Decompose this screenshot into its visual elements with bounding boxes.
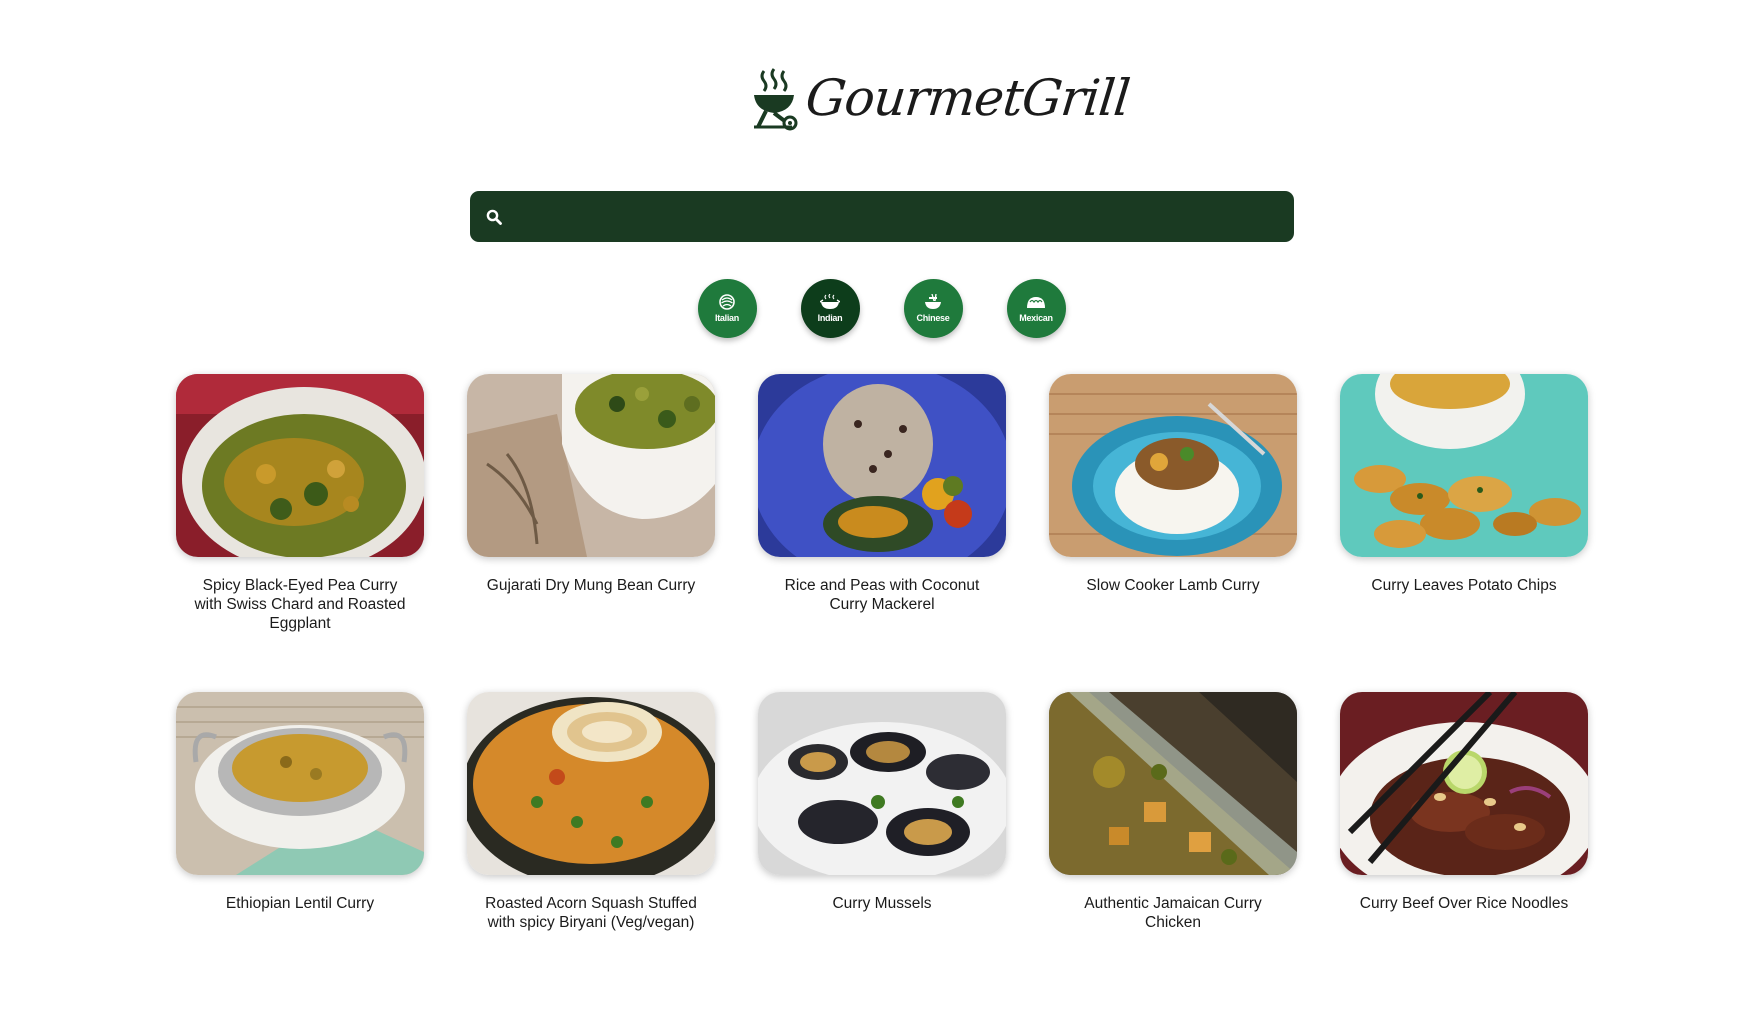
recipe-grid: Spicy Black-Eyed Pea Curry with Swiss Ch… xyxy=(176,374,1588,1010)
recipe-title[interactable]: Curry Leaves Potato Chips xyxy=(1340,576,1588,595)
recipe-image[interactable] xyxy=(467,374,715,557)
search-icon[interactable] xyxy=(484,207,504,227)
cuisine-button-chinese[interactable]: Chinese xyxy=(903,279,963,338)
recipe-image[interactable] xyxy=(758,692,1006,875)
recipe-title[interactable]: Curry Beef Over Rice Noodles xyxy=(1340,894,1588,913)
recipe-image[interactable] xyxy=(758,374,1006,557)
cuisine-label: Mexican xyxy=(1019,313,1053,323)
recipe-card[interactable]: Curry Beef Over Rice Noodles xyxy=(1340,692,1588,1010)
recipe-image[interactable] xyxy=(1049,374,1297,557)
recipe-title[interactable]: Roasted Acorn Squash Stuffed with spicy … xyxy=(467,894,715,932)
brand-logo[interactable]: GourmetGrill xyxy=(752,58,1132,138)
recipe-card[interactable]: Slow Cooker Lamb Curry xyxy=(1049,374,1297,692)
recipe-title[interactable]: Spicy Black-Eyed Pea Curry with Swiss Ch… xyxy=(176,576,424,633)
recipe-image[interactable] xyxy=(176,692,424,875)
cuisine-label: Italian xyxy=(715,313,739,323)
recipe-title[interactable]: Ethiopian Lentil Curry xyxy=(176,894,424,913)
recipe-card[interactable]: Gujarati Dry Mung Bean Curry xyxy=(467,374,715,692)
recipe-title[interactable]: Authentic Jamaican Curry Chicken xyxy=(1049,894,1297,932)
recipe-card[interactable]: Spicy Black-Eyed Pea Curry with Swiss Ch… xyxy=(176,374,424,692)
recipe-image[interactable] xyxy=(1049,692,1297,875)
search-bar[interactable] xyxy=(470,190,1294,243)
pasta-icon xyxy=(717,294,737,310)
grill-icon xyxy=(752,65,800,131)
recipe-image[interactable] xyxy=(1340,692,1588,875)
brand-name: GourmetGrill xyxy=(802,69,1133,127)
recipe-title[interactable]: Rice and Peas with Coconut Curry Mackere… xyxy=(758,576,1006,614)
recipe-card[interactable]: Curry Leaves Potato Chips xyxy=(1340,374,1588,692)
curry-icon xyxy=(820,294,840,310)
recipe-image[interactable] xyxy=(176,374,424,557)
search-input[interactable] xyxy=(504,190,1294,243)
recipe-title[interactable]: Slow Cooker Lamb Curry xyxy=(1049,576,1297,595)
recipe-image[interactable] xyxy=(1340,374,1588,557)
recipe-card[interactable]: Curry Mussels xyxy=(758,692,1006,1010)
cuisine-label: Indian xyxy=(817,313,843,323)
cuisine-filter-bar: Italian Indian Chinese Mexican xyxy=(0,279,1755,338)
noodle-bowl-icon xyxy=(923,294,943,310)
recipe-card[interactable]: Authentic Jamaican Curry Chicken xyxy=(1049,692,1297,1010)
recipe-card[interactable]: Roasted Acorn Squash Stuffed with spicy … xyxy=(467,692,715,1010)
recipe-card[interactable]: Ethiopian Lentil Curry xyxy=(176,692,424,1010)
recipe-title[interactable]: Curry Mussels xyxy=(758,894,1006,913)
recipe-card[interactable]: Rice and Peas with Coconut Curry Mackere… xyxy=(758,374,1006,692)
cuisine-button-italian[interactable]: Italian xyxy=(697,279,757,338)
recipe-title[interactable]: Gujarati Dry Mung Bean Curry xyxy=(467,576,715,595)
taco-icon xyxy=(1026,294,1046,310)
cuisine-button-mexican[interactable]: Mexican xyxy=(1006,279,1066,338)
cuisine-label: Chinese xyxy=(916,313,950,323)
cuisine-button-indian[interactable]: Indian xyxy=(800,279,860,338)
recipe-image[interactable] xyxy=(467,692,715,875)
